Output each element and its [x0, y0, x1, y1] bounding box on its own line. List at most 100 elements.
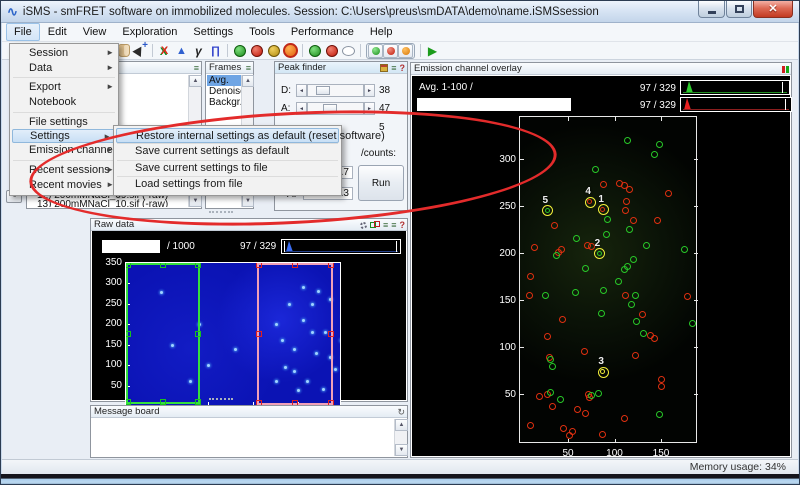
contrast-max-handle[interactable] [782, 82, 783, 93]
roi-handle[interactable] [125, 331, 131, 337]
submenu-item-save-current-settings-to-file[interactable]: Save current settings to file [114, 161, 341, 177]
scroll-down-icon[interactable]: ▼ [189, 195, 202, 207]
contrast-max-handle[interactable] [396, 241, 397, 252]
message-board-text[interactable] [92, 419, 393, 456]
panel-menu-icon[interactable]: ≡ [246, 63, 251, 73]
roi-handle[interactable] [256, 262, 262, 268]
slider-track[interactable] [307, 84, 364, 97]
green-roi[interactable] [126, 263, 200, 404]
submenu-item-restore-internal-settings-as-default-reset-software[interactable]: Restore internal settings as default (re… [116, 128, 339, 143]
yellow-molecule-icon[interactable] [266, 43, 281, 58]
frame-number-field[interactable] [102, 240, 160, 253]
green-dot-icon[interactable] [307, 43, 322, 58]
fret-pair-icon[interactable] [157, 43, 172, 58]
orange-molecule-icon[interactable] [283, 43, 298, 58]
slider-thumb[interactable] [316, 86, 330, 95]
raw-histogram[interactable] [281, 239, 401, 254]
roi-handle[interactable] [256, 331, 262, 337]
roi-handle[interactable] [195, 262, 201, 268]
roi-handle[interactable] [328, 262, 334, 268]
refresh-icon[interactable]: ↻ [397, 407, 405, 417]
file-menu-item-notebook[interactable]: Notebook [10, 95, 118, 110]
menu-tools[interactable]: Tools [241, 23, 283, 41]
red-molecule-icon[interactable] [249, 43, 264, 58]
slider-left-arrow[interactable]: ◄ [296, 84, 307, 97]
red-histogram[interactable] [680, 97, 792, 112]
orange-toggle-icon[interactable] [398, 44, 413, 58]
green-toggle-icon[interactable] [368, 44, 383, 58]
file-menu-item-file-settings[interactable]: File settings [10, 115, 118, 130]
selected-molecule-marker[interactable] [542, 205, 553, 216]
panel-menu-icon[interactable]: ≡ [383, 220, 388, 230]
gamma-icon[interactable] [191, 43, 206, 58]
scroll-up-icon[interactable]: ▲ [242, 75, 254, 87]
menu-settings[interactable]: Settings [185, 23, 241, 41]
selected-molecule-marker[interactable] [594, 248, 605, 259]
roi-handle[interactable] [195, 331, 201, 337]
channels-icon[interactable] [370, 221, 380, 229]
help-icon[interactable]: ? [400, 220, 406, 230]
panel-menu-icon[interactable]: ≡ [391, 220, 396, 230]
movie-item[interactable]: 13) 200mMNaCl_10.sif (-raw) [35, 200, 170, 207]
close-button[interactable]: ✕ [753, 1, 793, 18]
scroll-up-icon[interactable]: ▲ [395, 419, 408, 431]
slider-right-arrow[interactable]: ► [364, 102, 375, 115]
file-menu-item-session[interactable]: Session► [10, 46, 118, 61]
message-scrollbar[interactable]: ▲ ▼ [394, 419, 407, 456]
splitter-grip[interactable] [209, 398, 233, 401]
scroll-down-icon[interactable]: ▼ [395, 444, 408, 456]
menu-exploration[interactable]: Exploration [114, 23, 185, 41]
menu-file[interactable]: File [6, 23, 40, 41]
run-button[interactable]: Run [358, 165, 404, 201]
zoom-select-icon[interactable] [133, 43, 148, 58]
red-toggle-icon[interactable] [383, 44, 398, 58]
play-icon[interactable] [425, 43, 440, 58]
contrast-min-handle[interactable] [284, 241, 285, 252]
submenu-item-save-current-settings-as-default[interactable]: Save current settings as default [114, 144, 341, 160]
pink-roi[interactable] [257, 263, 333, 405]
frames-item-backgr[interactable]: Backgr. [207, 97, 241, 108]
frame-slider[interactable] [417, 98, 571, 111]
green-molecule-icon[interactable] [232, 43, 247, 58]
file-menu-item-export[interactable]: Export► [10, 80, 118, 95]
selected-molecule-marker[interactable] [598, 367, 609, 378]
slider-right-arrow[interactable]: ► [364, 84, 375, 97]
histogram-peak-icon[interactable] [174, 43, 189, 58]
file-menu-item-settings[interactable]: Settings► [12, 129, 116, 143]
maximize-button[interactable] [726, 1, 752, 18]
red-green-channels-icon[interactable] [782, 64, 789, 74]
file-menu-item-emission-channels[interactable]: Emission channels► [10, 143, 118, 158]
minimize-button[interactable] [698, 1, 725, 18]
gear-icon[interactable] [360, 222, 367, 229]
file-menu-item-recent-movies[interactable]: Recent movies► [10, 178, 118, 193]
menu-view[interactable]: View [75, 23, 115, 41]
frames-item-avg[interactable]: Avg. [207, 75, 241, 86]
selected-molecule-marker[interactable] [598, 204, 609, 215]
slider-track[interactable] [307, 102, 364, 115]
panel-menu-icon[interactable]: ≡ [194, 63, 199, 73]
scroll-up-icon[interactable]: ▲ [189, 75, 202, 87]
trace-icon[interactable] [208, 43, 223, 58]
green-histogram[interactable] [680, 80, 790, 95]
menu-performance[interactable]: Performance [283, 23, 362, 41]
roi-handle[interactable] [328, 331, 334, 337]
speech-bubble-icon[interactable] [341, 43, 356, 58]
overlay-scatter-plot[interactable]: 501001502002503005010015012345 [519, 116, 697, 443]
splitter-grip[interactable] [209, 211, 233, 214]
red-dot-icon[interactable] [324, 43, 339, 58]
file-menu-item-recent-sessions[interactable]: Recent sessions► [10, 163, 118, 178]
roi-handle[interactable] [125, 262, 131, 268]
frames-item-denoised[interactable]: Denoised [207, 86, 241, 97]
slider-thumb[interactable] [323, 104, 337, 113]
menu-help[interactable]: Help [362, 23, 401, 41]
scroll-down-icon[interactable]: ▼ [242, 195, 254, 207]
file-menu-item-data[interactable]: Data► [10, 61, 118, 76]
raw-image[interactable] [125, 262, 341, 407]
contrast-max-handle[interactable] [785, 99, 786, 110]
slider-left-arrow[interactable]: ◄ [296, 102, 307, 115]
submenu-item-load-settings-from-file[interactable]: Load settings from file [114, 177, 341, 193]
menu-edit[interactable]: Edit [40, 23, 75, 41]
selected-molecule-marker[interactable] [585, 197, 596, 208]
roi-handle[interactable] [292, 262, 298, 268]
roi-handle[interactable] [160, 262, 166, 268]
